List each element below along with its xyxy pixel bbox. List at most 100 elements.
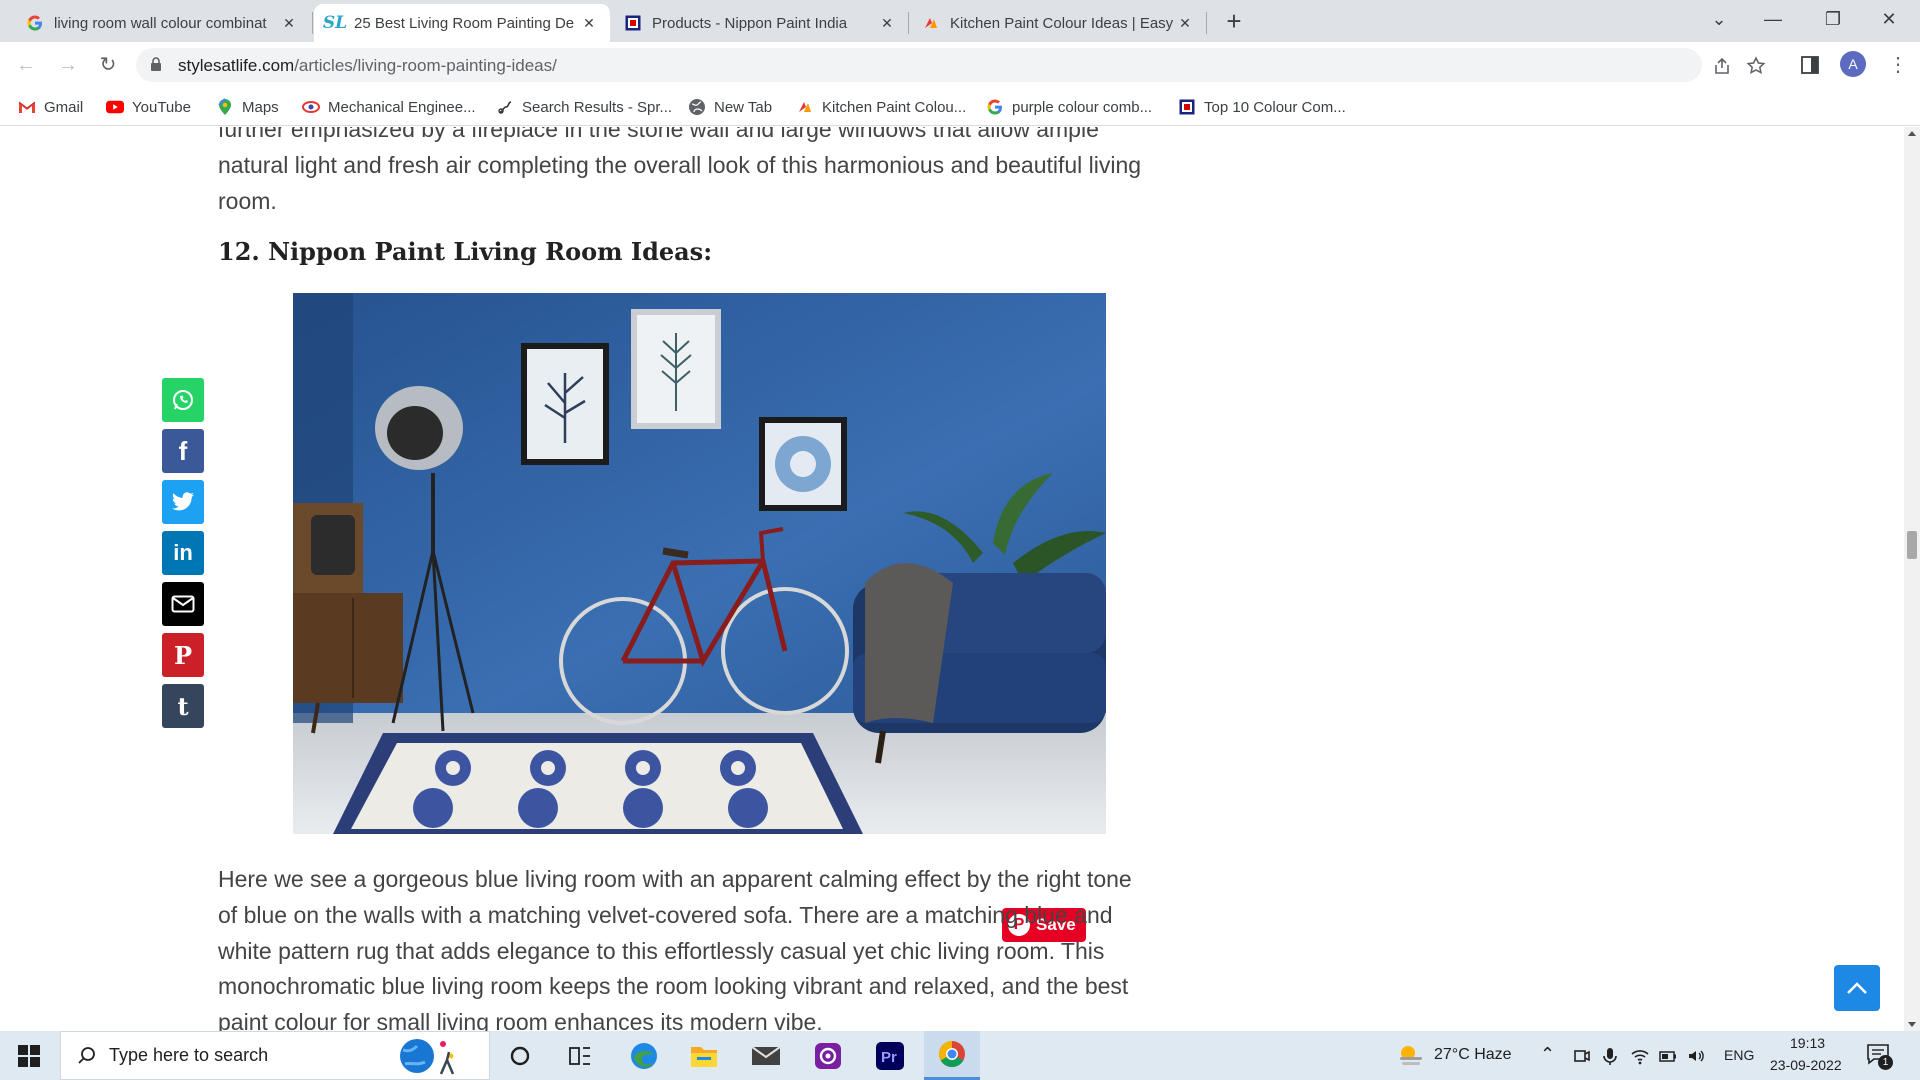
- cortana-button[interactable]: [492, 1031, 548, 1080]
- bookmark-maps[interactable]: Maps: [216, 96, 279, 118]
- taskbar-app-purple[interactable]: [800, 1031, 856, 1080]
- task-view-icon: [569, 1046, 590, 1065]
- whatsapp-icon: [173, 390, 193, 410]
- google-g-icon: [986, 98, 1004, 116]
- bookmark-youtube[interactable]: YouTube: [106, 96, 191, 118]
- task-view-button[interactable]: [552, 1031, 608, 1080]
- bookmark-search-results[interactable]: Search Results - Spr...: [496, 96, 672, 118]
- share-whatsapp-button[interactable]: [162, 378, 204, 422]
- maximize-button[interactable]: ❐: [1810, 0, 1856, 40]
- taskbar-chrome[interactable]: [924, 1031, 980, 1080]
- globe-icon: [688, 98, 706, 116]
- taskbar-search-box[interactable]: Type here to search: [60, 1031, 490, 1080]
- share-linkedin-button[interactable]: in: [162, 531, 204, 575]
- clock-time[interactable]: 19:13: [1790, 1035, 1825, 1051]
- tab-close-icon[interactable]: ✕: [1176, 14, 1194, 32]
- mechanical-icon: [302, 98, 320, 116]
- notification-count-badge: 1: [1878, 1055, 1893, 1070]
- tab-divider: [1206, 12, 1207, 34]
- scrollbar-thumb[interactable]: [1907, 531, 1917, 559]
- bookmark-new-tab[interactable]: New Tab: [688, 96, 772, 118]
- article-paragraph-line: monochromatic blue living room keeps the…: [218, 973, 1129, 999]
- article-paragraph-partial: further emphasized by a fireplace in the…: [218, 127, 1099, 142]
- language-indicator[interactable]: ENG: [1724, 1047, 1754, 1063]
- weather-haze-icon[interactable]: [1396, 1041, 1424, 1069]
- windows-logo-icon: [18, 1044, 40, 1067]
- volume-icon[interactable]: [1686, 1046, 1706, 1066]
- web-page: further emphasized by a fireplace in the…: [0, 127, 1904, 1031]
- article-paragraph-line: room.: [218, 188, 277, 214]
- start-button[interactable]: [0, 1031, 58, 1080]
- bookmark-label: purple colour comb...: [1012, 98, 1153, 116]
- taskbar-edge[interactable]: [616, 1031, 672, 1080]
- notification-center-button[interactable]: 1: [1866, 1043, 1894, 1070]
- side-panel-icon[interactable]: [1800, 55, 1822, 77]
- tab-close-icon[interactable]: ✕: [280, 14, 298, 32]
- springer-icon: [496, 98, 514, 116]
- menu-icon[interactable]: ⋮: [1888, 54, 1908, 78]
- browser-tab-3[interactable]: Products - Nippon Paint India ✕: [612, 4, 908, 42]
- twitter-icon: [172, 492, 194, 511]
- search-icon: [78, 1046, 95, 1064]
- reload-button[interactable]: ↻: [92, 50, 124, 82]
- back-button[interactable]: ←: [10, 50, 42, 82]
- clock-date[interactable]: 23-09-2022: [1770, 1057, 1842, 1073]
- browser-toolbar: ← → ↻ stylesatlife.com/articles/living-r…: [0, 42, 1920, 88]
- share-pinterest-button[interactable]: P: [162, 633, 204, 677]
- taskbar-premiere-pro[interactable]: Pr: [862, 1031, 918, 1080]
- wifi-icon[interactable]: [1630, 1046, 1650, 1066]
- minimize-button[interactable]: —: [1750, 0, 1796, 40]
- chevron-up-icon: [1847, 982, 1867, 994]
- bookmark-gmail[interactable]: Gmail: [18, 96, 83, 118]
- bookmark-label: Search Results - Spr...: [522, 98, 673, 116]
- forward-button[interactable]: →: [52, 50, 84, 82]
- maps-icon: [216, 98, 234, 116]
- bookmark-star-icon[interactable]: [1746, 56, 1766, 76]
- pinterest-icon: P: [173, 640, 193, 670]
- url-path: /articles/living-room-painting-ideas/: [294, 56, 557, 75]
- profile-avatar[interactable]: A: [1840, 51, 1866, 77]
- share-email-button[interactable]: [162, 582, 204, 626]
- browser-tab-2[interactable]: SL 25 Best Living Room Painting De ✕: [314, 4, 610, 42]
- weather-text[interactable]: 27°C Haze: [1434, 1046, 1512, 1064]
- bookmark-purple-colour[interactable]: purple colour comb...: [986, 96, 1152, 118]
- scroll-up-arrow-icon[interactable]: [1908, 131, 1916, 136]
- living-room-photo[interactable]: [293, 293, 1106, 834]
- scroll-down-arrow-icon[interactable]: [1908, 1022, 1916, 1027]
- new-tab-button[interactable]: +: [1218, 6, 1250, 38]
- tab-close-icon[interactable]: ✕: [580, 14, 598, 32]
- bookmark-label: Top 10 Colour Com...: [1204, 98, 1346, 116]
- browser-tab-4[interactable]: Kitchen Paint Colour Ideas | Easy ✕: [910, 4, 1206, 42]
- close-window-button[interactable]: ✕: [1866, 0, 1912, 40]
- address-bar[interactable]: stylesatlife.com/articles/living-room-pa…: [136, 48, 1766, 82]
- scroll-to-top-button[interactable]: [1834, 965, 1880, 1011]
- bookmark-mechanical[interactable]: Mechanical Enginee...: [302, 96, 476, 118]
- bookmark-label: New Tab: [714, 98, 773, 116]
- taskbar-mail[interactable]: [738, 1031, 794, 1080]
- taskbar-file-explorer[interactable]: [676, 1031, 732, 1080]
- living-room-illustration: [293, 293, 1106, 834]
- microphone-icon[interactable]: [1600, 1046, 1620, 1066]
- meet-now-icon[interactable]: [1572, 1046, 1592, 1066]
- facebook-icon: f: [178, 435, 188, 466]
- tab-title: living room wall colour combinat: [54, 14, 267, 32]
- bookmark-top-10-colour[interactable]: Top 10 Colour Com...: [1178, 96, 1346, 118]
- share-twitter-button[interactable]: [162, 480, 204, 524]
- bookmark-kitchen-paint[interactable]: Kitchen Paint Colou...: [796, 96, 966, 118]
- share-facebook-button[interactable]: f: [162, 429, 204, 473]
- show-hidden-icons-chevron-icon[interactable]: ⌃: [1540, 1044, 1555, 1065]
- tab-divider: [312, 12, 313, 34]
- page-scrollbar[interactable]: [1904, 127, 1920, 1031]
- cortana-circle-icon: [510, 1046, 530, 1065]
- battery-icon[interactable]: [1658, 1046, 1678, 1066]
- tab-search-icon[interactable]: ⌄: [1696, 0, 1742, 40]
- share-tumblr-button[interactable]: t: [162, 684, 204, 728]
- browser-tab-1[interactable]: living room wall colour combinat ✕: [14, 4, 310, 42]
- tumblr-icon: t: [177, 691, 189, 721]
- asian-paints-icon: [796, 98, 814, 116]
- chrome-icon: [938, 1040, 965, 1068]
- tab-close-icon[interactable]: ✕: [878, 14, 896, 32]
- bookmark-label: Kitchen Paint Colou...: [822, 98, 967, 116]
- premiere-pro-icon: Pr: [876, 1041, 904, 1070]
- share-icon[interactable]: [1712, 56, 1732, 76]
